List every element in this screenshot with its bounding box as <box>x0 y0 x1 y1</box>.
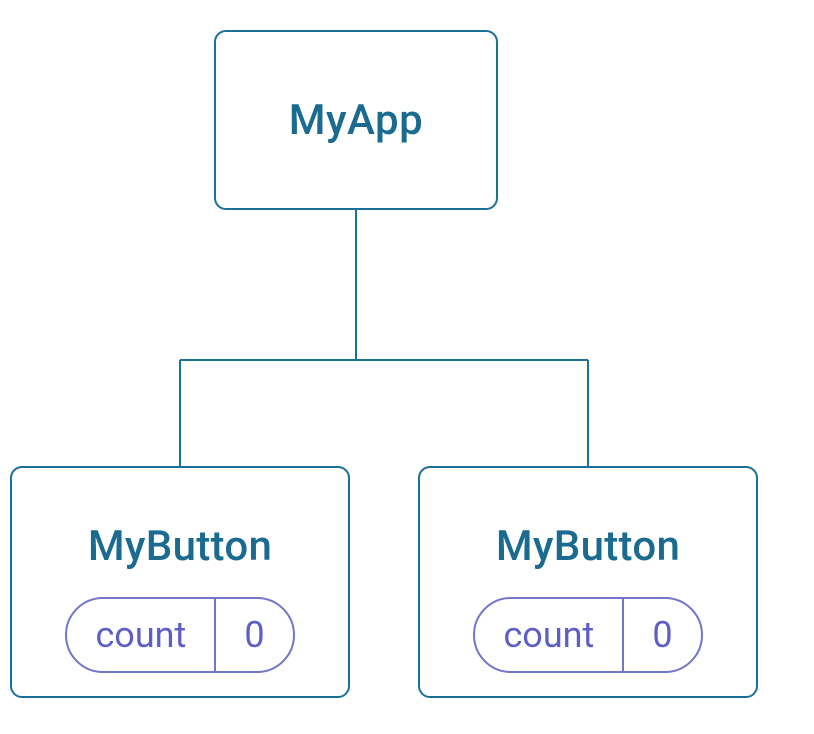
child-right-state-pill: count 0 <box>473 597 702 673</box>
root-node-myapp: MyApp <box>214 30 498 210</box>
child-left-count-value: 0 <box>216 599 292 671</box>
child-left-state-pill: count 0 <box>65 597 294 673</box>
child-left-count-label: count <box>67 599 216 671</box>
child-right-count-label: count <box>475 599 624 671</box>
root-node-label: MyApp <box>289 96 424 145</box>
child-node-right: MyButton count 0 <box>418 466 758 698</box>
child-node-right-label: MyButton <box>496 522 680 571</box>
child-node-left: MyButton count 0 <box>10 466 350 698</box>
child-node-left-label: MyButton <box>88 522 272 571</box>
child-right-count-value: 0 <box>624 599 700 671</box>
